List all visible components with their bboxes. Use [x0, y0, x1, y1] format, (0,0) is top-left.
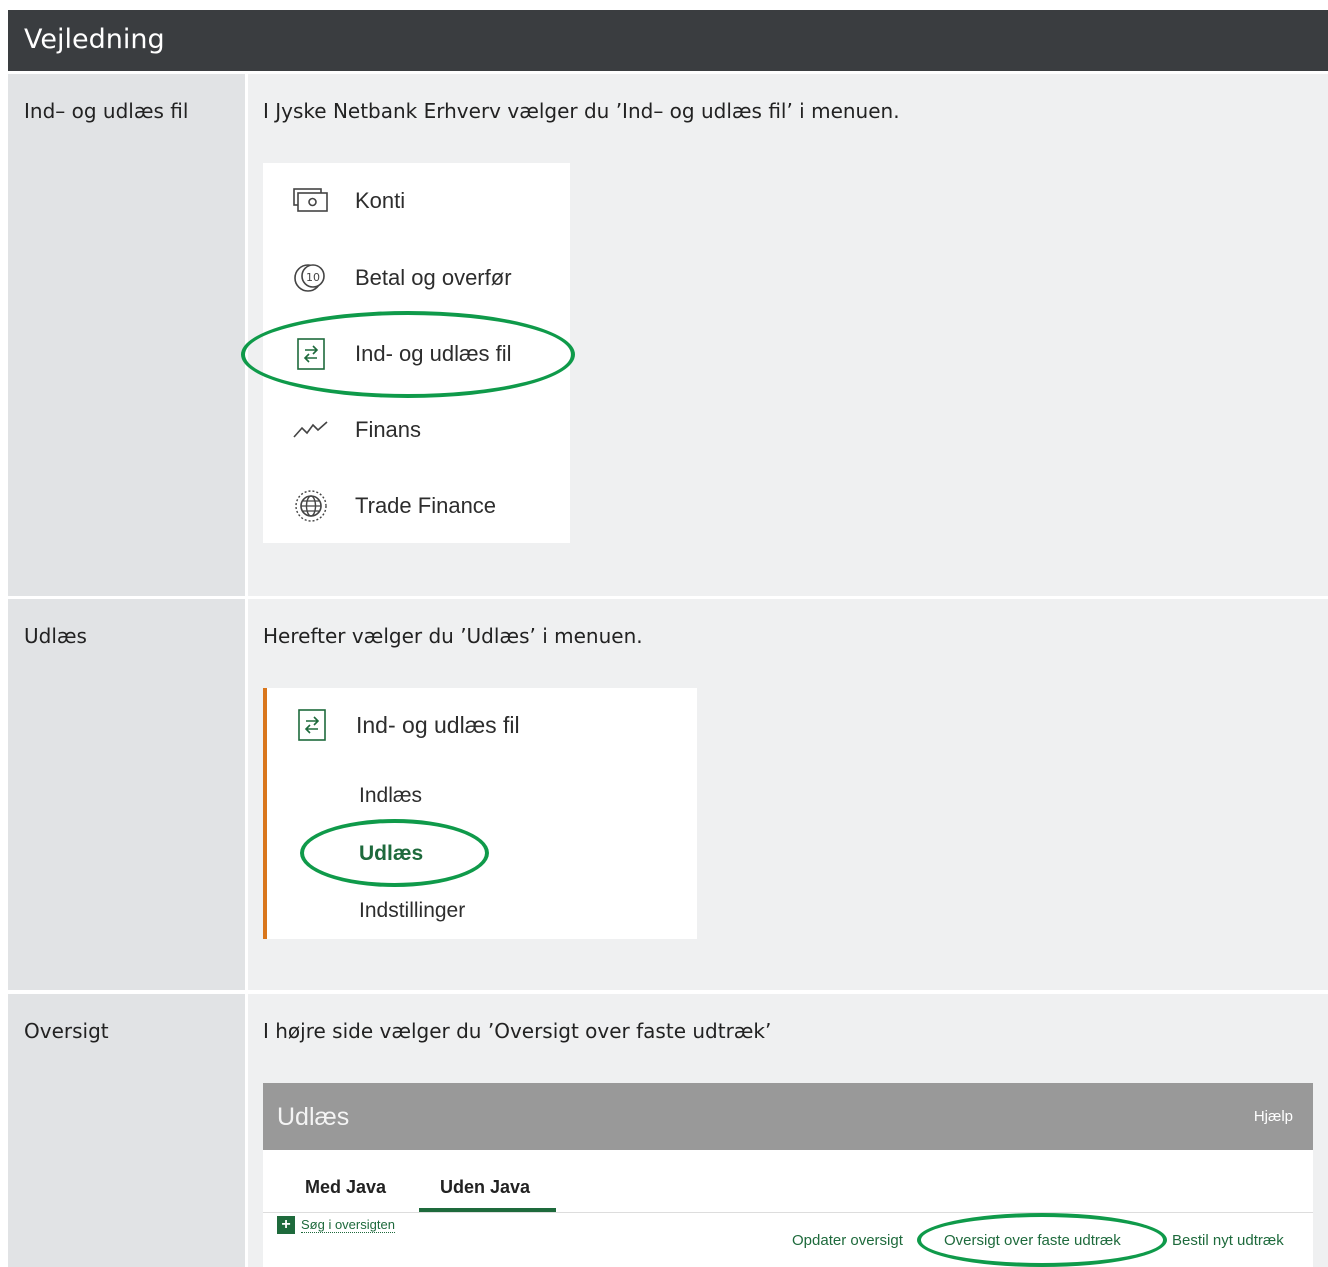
tabs-divider [263, 1212, 1313, 1213]
row-instruction: I højre side vælger du ’Oversigt over fa… [263, 1019, 772, 1043]
plus-icon: + [277, 1216, 295, 1234]
submenu-item-udlaes[interactable]: Udlæs [359, 842, 423, 866]
submenu-heading-label: Ind- og udlæs fil [356, 711, 520, 738]
menu-item-label: Trade Finance [355, 493, 497, 518]
row-label: Udlæs [24, 624, 87, 648]
globe-icon [293, 490, 329, 522]
submenu-heading[interactable]: Ind- og udlæs fil [297, 708, 520, 742]
tab-med-java[interactable]: Med Java [305, 1177, 386, 1198]
transfer-icon [297, 708, 331, 742]
menu-item-label: Konti [355, 188, 406, 213]
menu-item-betal[interactable]: 10 Betal og overfør [293, 258, 512, 298]
row-label-cell: Oversigt [8, 994, 245, 1267]
refresh-overview-link[interactable]: Opdater oversigt [792, 1232, 903, 1249]
row-label-cell: Ind– og udlæs fil [8, 74, 245, 596]
trend-icon [293, 414, 329, 446]
submenu-screenshot: Ind- og udlæs fil Indlæs Udlæs Indstilli… [263, 688, 697, 939]
main-menu-screenshot: Konti 10 Betal og overfør Ind- og udlæs … [263, 163, 570, 543]
svg-text:10: 10 [306, 271, 320, 284]
row-label: Ind– og udlæs fil [24, 99, 189, 123]
row-label: Oversigt [24, 1019, 109, 1043]
page-title: Vejledning [24, 24, 165, 55]
udlaes-page-screenshot: Udlæs Hjælp Med Java Uden Java + Søg i o… [263, 1083, 1313, 1267]
transfer-icon [293, 338, 329, 370]
search-overview-link[interactable]: + Søg i oversigten [277, 1216, 395, 1234]
order-extract-link[interactable]: Bestil nyt udtræk [1172, 1232, 1284, 1249]
fixed-extracts-link[interactable]: Oversigt over faste udtræk [944, 1232, 1121, 1249]
tab-uden-java[interactable]: Uden Java [440, 1177, 530, 1198]
coin-icon: 10 [293, 262, 329, 294]
menu-item-ind-udlaes[interactable]: Ind- og udlæs fil [293, 334, 512, 374]
menu-item-label: Finans [355, 417, 422, 442]
page-header: Vejledning [8, 10, 1328, 71]
menu-item-finans[interactable]: Finans [293, 410, 421, 450]
menu-item-konti[interactable]: Konti [293, 181, 405, 221]
row-label-cell: Udlæs [8, 599, 245, 990]
submenu-item-indlaes[interactable]: Indlæs [359, 784, 422, 808]
search-overview-label: Søg i oversigten [301, 1217, 395, 1233]
row-instruction: Herefter vælger du ’Udlæs’ i menuen. [263, 624, 643, 648]
help-link[interactable]: Hjælp [1254, 1108, 1293, 1125]
udlaes-title-bar: Udlæs Hjælp [263, 1083, 1313, 1150]
menu-item-trade-finance[interactable]: Trade Finance [293, 486, 496, 526]
submenu-item-indstillinger[interactable]: Indstillinger [359, 899, 465, 923]
menu-item-label: Ind- og udlæs fil [355, 341, 512, 366]
banknote-icon [293, 185, 329, 217]
menu-item-label: Betal og overfør [355, 265, 512, 290]
udlaes-title: Udlæs [277, 1103, 350, 1131]
row-instruction: I Jyske Netbank Erhverv vælger du ’Ind– … [263, 99, 900, 123]
